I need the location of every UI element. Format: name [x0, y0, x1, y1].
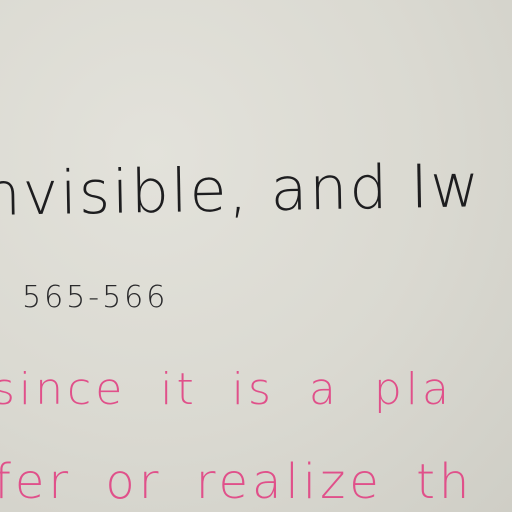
- pink-ink-line-1: since it is a pla: [0, 364, 453, 415]
- pink-ink-line-2: fer or realize th: [0, 454, 474, 510]
- page-range-note: 565-566: [22, 280, 169, 315]
- notebook-page: nvisible, and Iw 565-566 since it is a p…: [0, 0, 512, 512]
- black-ink-line: nvisible, and Iw: [0, 151, 482, 230]
